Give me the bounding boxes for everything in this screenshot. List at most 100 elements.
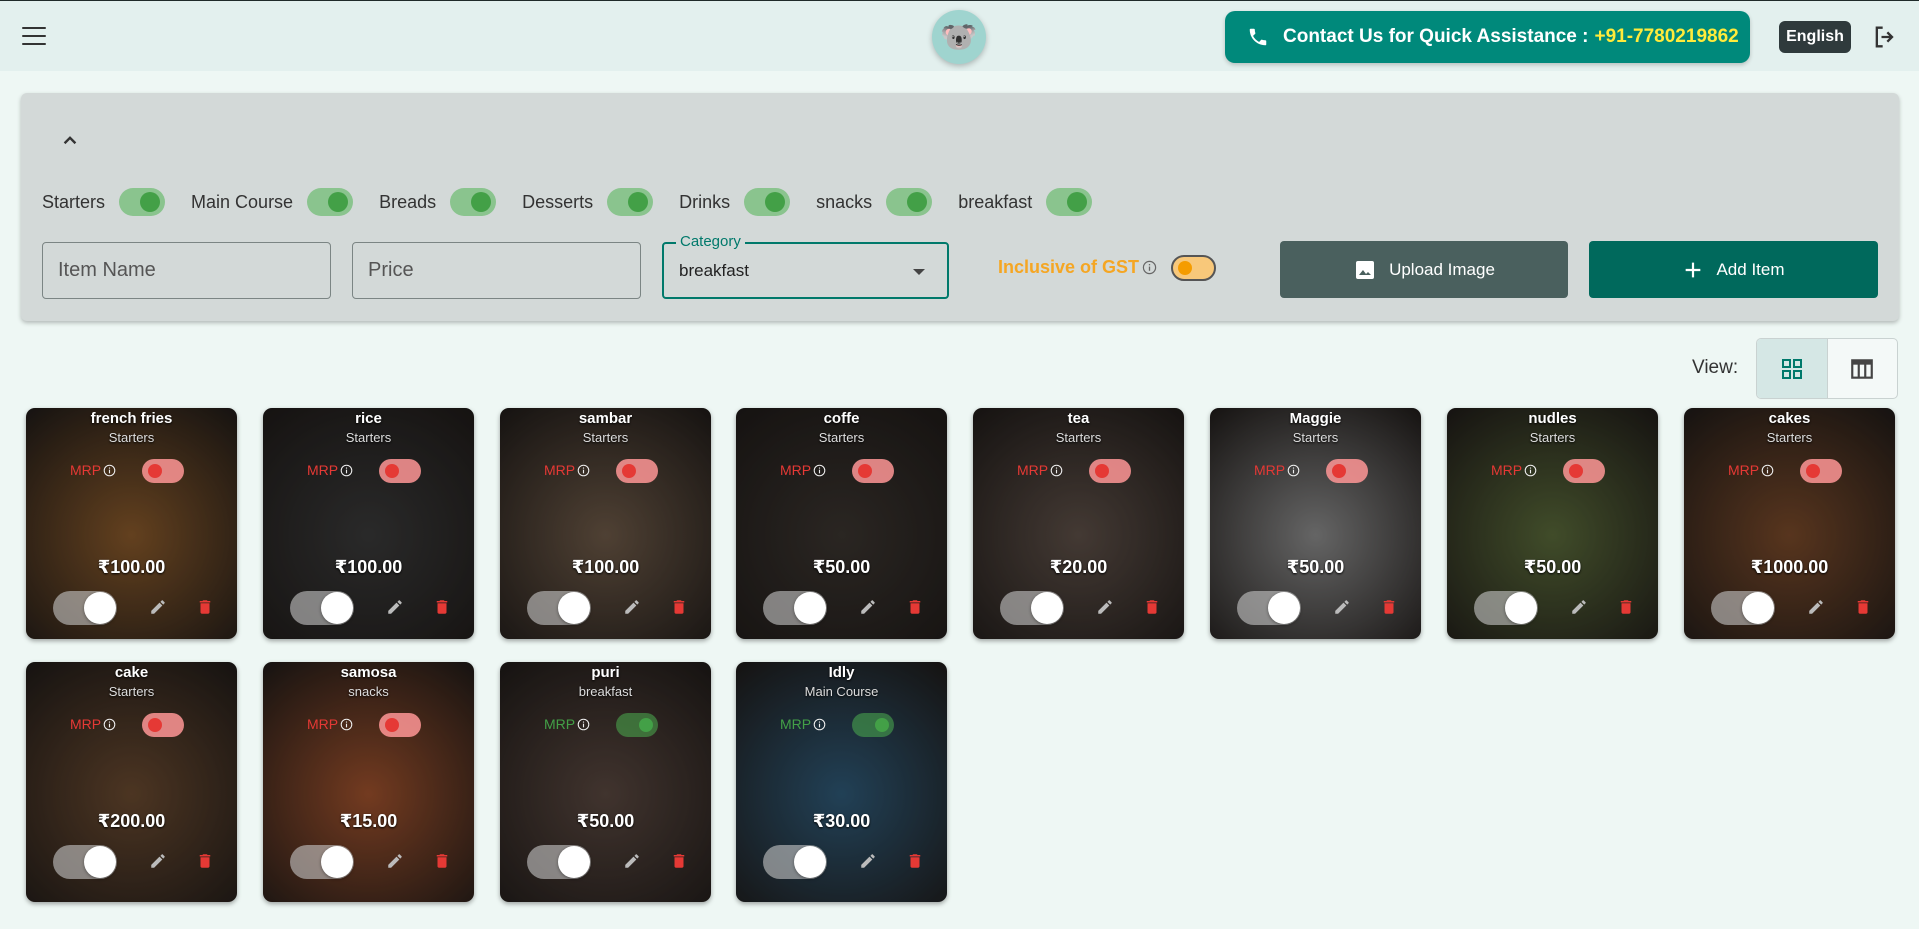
availability-toggle[interactable] xyxy=(53,845,117,879)
upload-image-button[interactable]: Upload Image xyxy=(1280,241,1568,298)
availability-toggle[interactable] xyxy=(290,845,354,879)
availability-toggle[interactable] xyxy=(1000,591,1064,625)
mrp-toggle[interactable] xyxy=(616,713,658,737)
category-filter-toggle[interactable] xyxy=(450,188,497,216)
menu-item-card[interactable]: Maggie Starters MRP ₹50.00 xyxy=(1210,408,1421,639)
info-icon[interactable] xyxy=(1050,464,1063,477)
delete-icon[interactable] xyxy=(433,852,451,870)
info-icon[interactable] xyxy=(1287,464,1300,477)
mrp-toggle[interactable] xyxy=(142,713,184,737)
edit-icon[interactable] xyxy=(1096,598,1114,616)
info-icon[interactable] xyxy=(577,718,590,731)
delete-icon[interactable] xyxy=(670,598,688,616)
menu-item-card[interactable]: coffe Starters MRP ₹50.00 xyxy=(736,408,947,639)
availability-toggle[interactable] xyxy=(53,591,117,625)
category-filter-toggle[interactable] xyxy=(307,188,354,216)
edit-icon[interactable] xyxy=(1807,598,1825,616)
availability-toggle[interactable] xyxy=(1237,591,1301,625)
edit-icon[interactable] xyxy=(386,852,404,870)
edit-icon[interactable] xyxy=(386,598,404,616)
mrp-toggle[interactable] xyxy=(1326,459,1368,483)
mrp-label-text: MRP xyxy=(1491,462,1523,478)
add-item-button[interactable]: Add Item xyxy=(1589,241,1878,298)
mrp-toggle[interactable] xyxy=(142,459,184,483)
language-button[interactable]: English xyxy=(1779,21,1851,53)
mrp-toggle[interactable] xyxy=(1089,459,1131,483)
table-view-button[interactable] xyxy=(1828,339,1898,398)
delete-icon[interactable] xyxy=(1143,598,1161,616)
menu-item-card[interactable]: tea Starters MRP ₹20.00 xyxy=(973,408,1184,639)
menu-item-card[interactable]: rice Starters MRP ₹100.00 xyxy=(263,408,474,639)
category-filter-toggle[interactable] xyxy=(744,188,791,216)
category-filter-label: breakfast xyxy=(958,191,1033,212)
grid-view-button[interactable] xyxy=(1757,339,1828,398)
delete-icon[interactable] xyxy=(1854,598,1872,616)
edit-icon[interactable] xyxy=(859,852,877,870)
delete-icon[interactable] xyxy=(1380,598,1398,616)
info-icon[interactable] xyxy=(813,464,826,477)
mrp-toggle[interactable] xyxy=(1563,459,1605,483)
chevron-up-icon[interactable] xyxy=(57,127,83,153)
info-icon[interactable] xyxy=(577,464,590,477)
info-icon[interactable] xyxy=(1524,464,1537,477)
mrp-toggle[interactable] xyxy=(1800,459,1842,483)
delete-icon[interactable] xyxy=(906,598,924,616)
delete-icon[interactable] xyxy=(1617,598,1635,616)
category-filter-toggle[interactable] xyxy=(886,188,933,216)
logout-icon[interactable] xyxy=(1871,23,1899,51)
mrp-toggle[interactable] xyxy=(379,459,421,483)
info-icon[interactable] xyxy=(1142,260,1157,275)
price-input[interactable]: Price xyxy=(352,242,641,299)
category-filter-toggle[interactable] xyxy=(607,188,654,216)
edit-icon[interactable] xyxy=(623,598,641,616)
mrp-toggle[interactable] xyxy=(852,459,894,483)
availability-toggle[interactable] xyxy=(1711,591,1775,625)
category-select[interactable]: Category breakfast xyxy=(662,233,949,299)
menu-item-card[interactable]: nudles Starters MRP ₹50.00 xyxy=(1447,408,1658,639)
menu-item-card[interactable]: cakes Starters MRP ₹1000.00 xyxy=(1684,408,1895,639)
info-icon[interactable] xyxy=(103,718,116,731)
delete-icon[interactable] xyxy=(906,852,924,870)
category-filter-label: Desserts xyxy=(522,191,594,212)
delete-icon[interactable] xyxy=(433,598,451,616)
menu-item-card[interactable]: samosa snacks MRP ₹15.00 xyxy=(263,662,474,902)
edit-icon[interactable] xyxy=(623,852,641,870)
edit-icon[interactable] xyxy=(1333,598,1351,616)
info-icon[interactable] xyxy=(1761,464,1774,477)
availability-toggle[interactable] xyxy=(527,591,591,625)
menu-item-card[interactable]: french fries Starters MRP ₹100.00 xyxy=(26,408,237,639)
menu-item-card[interactable]: Idly Main Course MRP ₹30.00 xyxy=(736,662,947,902)
menu-item-card[interactable]: cake Starters MRP ₹200.00 xyxy=(26,662,237,902)
edit-icon[interactable] xyxy=(859,598,877,616)
item-name-input[interactable]: Item Name xyxy=(42,242,331,299)
mrp-toggle[interactable] xyxy=(616,459,658,483)
info-icon[interactable] xyxy=(103,464,116,477)
delete-icon[interactable] xyxy=(196,852,214,870)
delete-icon[interactable] xyxy=(196,598,214,616)
info-icon[interactable] xyxy=(813,718,826,731)
info-icon[interactable] xyxy=(340,464,353,477)
koala-logo[interactable]: 🐨 xyxy=(932,10,986,64)
category-filter-toggle[interactable] xyxy=(1046,188,1093,216)
availability-toggle[interactable] xyxy=(763,845,827,879)
hamburger-icon[interactable] xyxy=(22,27,46,45)
menu-item-card[interactable]: sambar Starters MRP ₹100.00 xyxy=(500,408,711,639)
edit-icon[interactable] xyxy=(149,598,167,616)
mrp-toggle[interactable] xyxy=(379,713,421,737)
mrp-toggle[interactable] xyxy=(852,713,894,737)
availability-toggle[interactable] xyxy=(1474,591,1538,625)
availability-toggle[interactable] xyxy=(290,591,354,625)
edit-icon[interactable] xyxy=(1570,598,1588,616)
item-category: breakfast xyxy=(578,684,633,699)
category-filter-toggle[interactable] xyxy=(119,188,166,216)
item-name: sambar xyxy=(578,410,633,427)
availability-toggle[interactable] xyxy=(763,591,827,625)
gst-label: Inclusive of GST xyxy=(998,257,1157,278)
info-icon[interactable] xyxy=(340,718,353,731)
gst-toggle[interactable] xyxy=(1171,255,1216,281)
delete-icon[interactable] xyxy=(670,852,688,870)
menu-item-card[interactable]: puri breakfast MRP ₹50.00 xyxy=(500,662,711,902)
contact-button[interactable]: Contact Us for Quick Assistance : +91-77… xyxy=(1225,11,1750,63)
edit-icon[interactable] xyxy=(149,852,167,870)
availability-toggle[interactable] xyxy=(527,845,591,879)
